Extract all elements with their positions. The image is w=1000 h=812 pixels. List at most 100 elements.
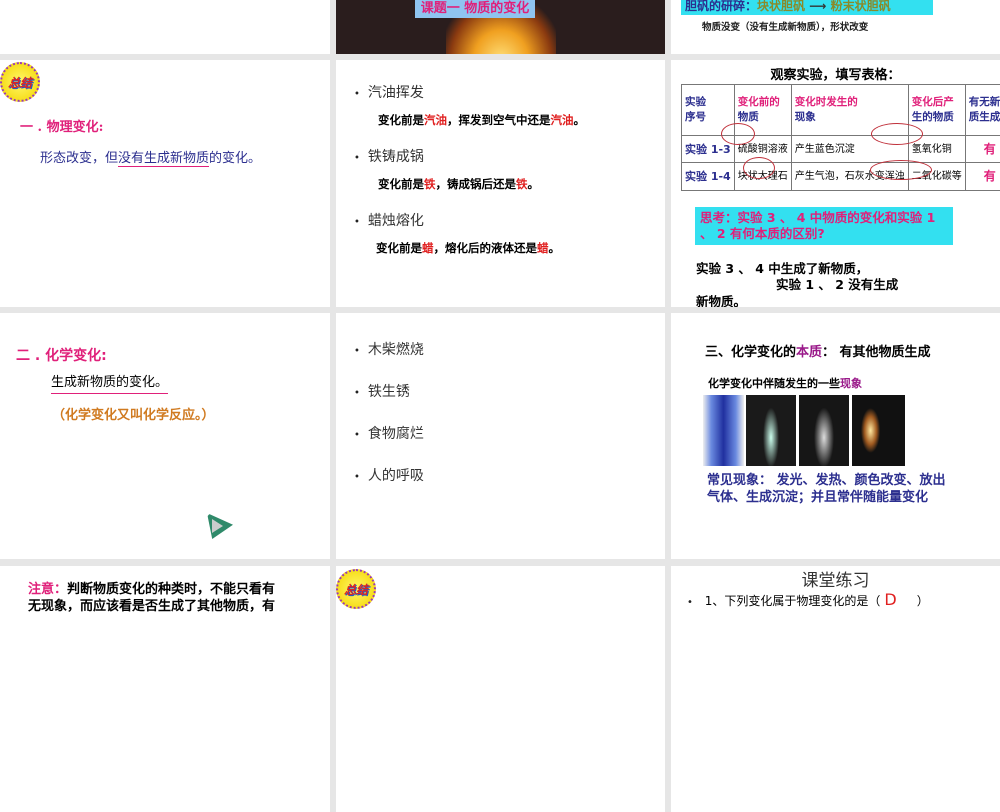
bullet-item: 汽油挥发 [354,82,424,102]
text: 汽油 [424,113,447,127]
definition: 形态改变，但没有生成新物质的变化。 [40,147,262,167]
text: 变化后产 [911,95,954,108]
bullet-text: 铁铸成锅 [367,149,424,165]
common-phenomena: 常见现象： 发光、发热、颜色改变、放出气体、生成沉淀；并且常伴随能量变化 [707,473,946,505]
burning-match-photo [852,395,905,466]
explanation: 变化前是汽油，挥发到空气中还是汽油。 [378,112,585,128]
underlined-text: 没有生成新物质 [118,151,210,167]
slide-thumbnail-table[interactable]: 观察实验，填写表格： 实验 序号 变化前的 物质 变化时发生的 现象 变化后产 生的物质 有无新… [671,60,1000,307]
answer-line: 实验 1 、 2 没有生成 [776,277,899,292]
subheading: 化学变化中伴随发生的一些现象 [708,375,862,391]
note-line: 无现象，而应该看是否生成了其他物质，有 [28,599,276,614]
text: 现象 [794,110,816,123]
summary-badge-icon: 总结 [0,62,40,102]
question-box: 思考：实验 3 、 4 中物质的变化和实验 1 、 2 有何本质的区别? [695,207,953,245]
play-icon [212,519,223,533]
bullet-item: 铁铸成锅 [354,146,424,166]
label: 粉末状胆矾 [830,0,891,13]
text: 序号 [685,110,706,123]
answer-line: 新物质。 [696,294,747,307]
summary-badge-icon: 总结 [336,569,376,609]
text: 。 [527,177,540,191]
text: 变化前是 [378,113,424,127]
bullet-item: 铁生锈 [354,381,410,401]
column-header: 有无新物质生成 [964,84,1000,136]
text: 物质 [737,110,759,123]
text: ） [916,594,929,608]
text: 化学变化中伴随发生的一些 [708,377,840,390]
bullet-item: 人的呼吸 [354,465,424,485]
definition: 生成新物质的变化。 [51,371,169,394]
slide-thumbnail-physical-change[interactable]: 总结 一 . 物理变化: 形态改变，但没有生成新物质的变化。 [0,60,330,307]
text: 铁 [424,177,436,191]
bullet-text: 汽油挥发 [367,85,424,101]
slide-thumbnail-examples[interactable]: 木柴燃烧铁生锈食物腐烂人的呼吸 [336,313,665,559]
text: 蜡 [537,241,549,255]
heading: 一 . 物理变化: [20,120,104,135]
text: 变化前是 [378,177,424,191]
slide-thumbnail[interactable]: 总结 [336,566,665,812]
slide-thumbnail-title[interactable]: 课题一 物质的变化 [336,0,665,54]
label: 胆矾的研碎： [685,0,758,13]
text: 实验 [685,95,706,108]
explanation: 变化前是铁，铸成锅后还是铁。 [378,176,539,192]
text: ，铸成锅后还是 [435,177,517,191]
note: （化学变化又叫化学反应。） [52,408,215,423]
text: ： 有其他物质生成 [822,345,931,360]
table-cell: 有 [964,134,1000,164]
text: 质生成 [968,110,1000,123]
text: 铁 [516,177,528,191]
test-tube-photo [799,395,849,466]
text: 。 [548,241,561,255]
slide-title: 观察实验，填写表格： [770,68,901,83]
text: 三、化学变化的 [705,345,797,360]
heading: 二 . 化学变化: [16,348,107,364]
text: ，熔化后的液体还是 [433,241,538,255]
bullet-item: 食物腐烂 [354,423,424,443]
slide-thumbnail-practice[interactable]: 课堂练习 1、下列变化属于物理变化的是（D） [671,566,1000,812]
slide-title: 课堂练习 [801,571,870,591]
text: 变化时发生的 [794,95,858,108]
slide-thumbnail-note[interactable]: 注意：判断物质变化的种类时，不能只看有 无现象，而应该看是否生成了其他物质，有 [0,566,330,812]
slide-title: 课题一 物质的变化 [415,0,535,18]
text: 的变化。 [209,151,262,166]
slide-thumbnail-essence[interactable]: 三、化学变化的本质： 有其他物质生成 化学变化中伴随发生的一些现象 常见现象： … [671,313,1000,559]
text: 。 [573,113,586,127]
explanation: 变化前是蜡，熔化后的液体还是蜡。 [376,240,560,256]
slide-thumbnail-chemical-change[interactable]: 二 . 化学变化: 生成新物质的变化。 （化学变化又叫化学反应。） [0,313,330,559]
circle-annotation [871,123,923,145]
slide-thumbnail[interactable] [0,0,330,54]
bullet-text: 铁生锈 [367,384,410,400]
text: 变化前是 [376,241,422,255]
test-tube-photo [746,395,796,466]
text: 生的物质 [911,110,954,123]
bullet-text: 木柴燃烧 [367,342,424,358]
bullet-item: 蜡烛熔化 [354,210,424,230]
bullet-text: 人的呼吸 [367,468,424,484]
arrow-icon: ⟶ [809,0,827,13]
blue-precipitate-photo [703,395,744,466]
circle-annotation [870,160,932,180]
slide-thumbnail-examples[interactable]: 汽油挥发变化前是汽油，挥发到空气中还是汽油。铁铸成锅变化前是铁，铸成锅后还是铁。… [336,60,665,307]
text: 有无新物 [968,95,1000,108]
bullet-item: 木柴燃烧 [354,339,424,359]
text: 变化前的 [737,95,780,108]
bullet-text: 蜡烛熔化 [367,213,424,229]
heading: 三、化学变化的本质： 有其他物质生成 [705,341,931,360]
text: 本质 [796,345,823,360]
circle-annotation [743,157,775,179]
text: 形态改变，但 [40,151,119,166]
table-cell: 实验 1-4 [681,162,735,191]
highlight-box: 胆矾的研碎：块状胆矾 ⟶ 粉末状胆矾 [681,0,933,15]
text: ，挥发到空气中还是 [447,113,551,127]
circle-annotation [721,123,755,145]
photo-strip [703,395,905,466]
bullet-text: 食物腐烂 [367,426,424,442]
table-cell: 有 [964,162,1000,191]
text: 现象 [840,377,862,390]
text: 汽油 [550,113,574,127]
text: 1、下列变化属于物理变化的是（ [704,594,881,608]
body-text: 物质没变（没有生成新物质），形状改变 [702,22,869,33]
slide-thumbnail[interactable]: 胆矾的研碎：块状胆矾 ⟶ 粉末状胆矾 物质没变（没有生成新物质），形状改变 [671,0,1000,54]
label: 块状胆矾 [757,0,806,13]
